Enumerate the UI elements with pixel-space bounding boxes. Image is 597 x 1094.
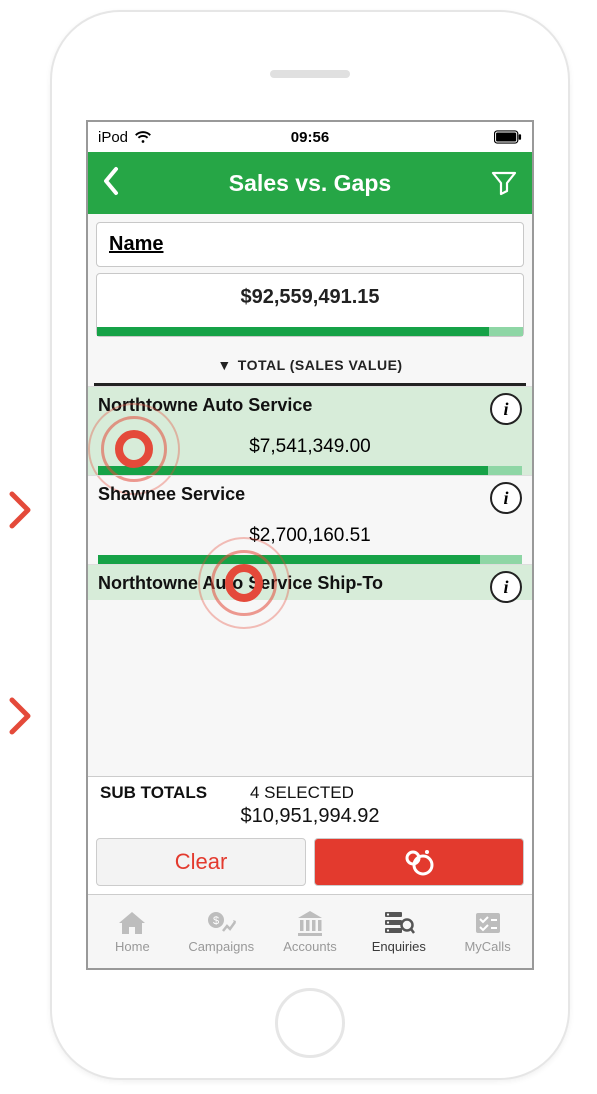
accounts-icon bbox=[294, 909, 326, 937]
campaigns-icon: $ bbox=[205, 909, 237, 937]
nav-bar: Sales vs. Gaps bbox=[88, 152, 532, 214]
wifi-icon bbox=[134, 130, 152, 144]
total-bar-fill bbox=[97, 327, 489, 336]
status-time: 09:56 bbox=[239, 129, 380, 146]
clear-button[interactable]: Clear bbox=[96, 838, 306, 886]
tab-enquiries[interactable]: Enquiries bbox=[354, 895, 443, 968]
info-button[interactable]: i bbox=[490, 393, 522, 425]
list-item[interactable]: Shawnee Service i $2,700,160.51 bbox=[88, 475, 532, 564]
tab-label: Home bbox=[115, 939, 150, 954]
annotation-arrow bbox=[6, 696, 34, 736]
page-title: Sales vs. Gaps bbox=[134, 170, 486, 197]
subtotals-label: SUB TOTALS bbox=[100, 783, 250, 803]
list-item[interactable]: Northtowne Auto Service Ship-To i bbox=[88, 564, 532, 600]
name-label: Name bbox=[109, 233, 163, 255]
tab-home[interactable]: Home bbox=[88, 895, 177, 968]
total-card: $92,559,491.15 bbox=[96, 273, 524, 337]
caret-down-icon: ▼ bbox=[217, 357, 231, 373]
row-bar bbox=[98, 555, 522, 564]
total-bar bbox=[97, 327, 523, 336]
phone-frame: iPod 09:56 Sales vs. Gaps Name $92,55 bbox=[50, 10, 570, 1080]
home-icon bbox=[116, 909, 148, 937]
tab-mycalls[interactable]: MyCalls bbox=[443, 895, 532, 968]
tab-label: Enquiries bbox=[372, 939, 426, 954]
tab-label: MyCalls bbox=[464, 939, 510, 954]
tab-campaigns[interactable]: $ Campaigns bbox=[177, 895, 266, 968]
action-row: Clear bbox=[88, 832, 532, 894]
phone-home-button[interactable] bbox=[275, 988, 345, 1058]
results-list: Northtowne Auto Service i $7,541,349.00 … bbox=[88, 386, 532, 776]
info-button[interactable]: i bbox=[490, 482, 522, 514]
info-icon: i bbox=[503, 577, 508, 598]
phone-speaker bbox=[270, 70, 350, 78]
carrier-label: iPod bbox=[98, 129, 128, 146]
row-bar-fill bbox=[98, 555, 480, 564]
status-bar: iPod 09:56 bbox=[88, 122, 532, 152]
annotation-arrow bbox=[6, 490, 34, 530]
info-button[interactable]: i bbox=[490, 571, 522, 603]
subtotals-bar: SUB TOTALS 4 SELECTED $10,951,994.92 bbox=[88, 776, 532, 832]
total-value: $92,559,491.15 bbox=[97, 286, 523, 309]
list-item[interactable]: Northtowne Auto Service i $7,541,349.00 bbox=[88, 386, 532, 475]
row-name: Northtowne Auto Service bbox=[98, 395, 522, 416]
row-value: $2,700,160.51 bbox=[98, 505, 522, 555]
name-header[interactable]: Name bbox=[96, 222, 524, 267]
row-value: $7,541,349.00 bbox=[98, 416, 522, 466]
subtotals-value: $10,951,994.92 bbox=[100, 803, 520, 828]
drill-button[interactable] bbox=[314, 838, 524, 886]
content: Name $92,559,491.15 ▼ TOTAL (SALES VALUE)… bbox=[88, 214, 532, 894]
tab-bar: Home $ Campaigns Accounts Enquiries MyCa… bbox=[88, 894, 532, 968]
tab-label: Accounts bbox=[283, 939, 336, 954]
funnel-icon bbox=[490, 169, 518, 197]
row-bar bbox=[98, 466, 522, 475]
tab-accounts[interactable]: Accounts bbox=[266, 895, 355, 968]
mycalls-icon bbox=[472, 909, 504, 937]
sort-row[interactable]: ▼ TOTAL (SALES VALUE) bbox=[94, 341, 526, 386]
drill-icon bbox=[397, 847, 441, 877]
row-name: Northtowne Auto Service Ship-To bbox=[98, 573, 522, 594]
back-button[interactable] bbox=[102, 166, 134, 201]
subtotals-selected: 4 SELECTED bbox=[250, 783, 520, 803]
enquiries-icon bbox=[383, 909, 415, 937]
svg-text:$: $ bbox=[213, 915, 219, 927]
screen: iPod 09:56 Sales vs. Gaps Name $92,55 bbox=[86, 120, 534, 970]
battery-icon bbox=[494, 130, 522, 144]
row-name: Shawnee Service bbox=[98, 484, 522, 505]
tab-label: Campaigns bbox=[188, 939, 254, 954]
info-icon: i bbox=[503, 399, 508, 420]
info-icon: i bbox=[503, 488, 508, 509]
row-bar-fill bbox=[98, 466, 488, 475]
filter-button[interactable] bbox=[486, 169, 518, 197]
sort-label: TOTAL (SALES VALUE) bbox=[238, 357, 403, 373]
